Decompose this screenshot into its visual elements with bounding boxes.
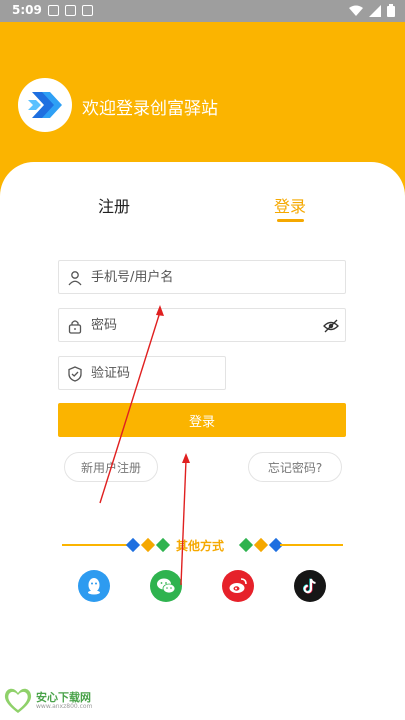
eye-icon[interactable] — [323, 318, 339, 334]
user-icon — [68, 271, 82, 286]
password-input[interactable] — [91, 309, 321, 341]
username-input[interactable] — [91, 261, 321, 293]
heart-logo-icon — [4, 688, 32, 713]
tab-login[interactable]: 登录 — [274, 193, 306, 217]
wechat-icon — [157, 578, 176, 594]
username-field[interactable] — [58, 260, 346, 294]
weibo-icon — [229, 578, 247, 593]
divider-left — [62, 544, 128, 546]
qq-icon — [88, 578, 100, 595]
divider-diamonds-left — [125, 537, 171, 553]
lock-icon — [68, 320, 82, 334]
other-login-label: 其他方式 — [176, 539, 225, 553]
wifi-icon — [349, 5, 363, 16]
shield-icon — [68, 366, 82, 382]
status-time: 5:09 — [12, 3, 42, 17]
wechat-login-button[interactable] — [150, 570, 182, 602]
status-bar: 5:09 — [0, 0, 405, 22]
forgot-password-button[interactable]: 忘记密码? — [248, 452, 342, 482]
captcha-field[interactable] — [58, 356, 226, 390]
active-tab-indicator — [277, 219, 304, 222]
download-icon — [82, 5, 93, 16]
login-card — [0, 162, 405, 720]
status-right-icons — [349, 4, 395, 17]
douyin-login-button[interactable] — [294, 570, 326, 602]
site-watermark: 安心下载网 www.anxz800.com — [2, 686, 102, 714]
divider-diamonds-right — [238, 537, 284, 553]
notification-icon — [48, 5, 59, 16]
divider-right — [280, 544, 343, 546]
new-user-register-button[interactable]: 新用户注册 — [64, 452, 158, 482]
signal-icon — [369, 4, 381, 17]
douyin-icon — [303, 578, 316, 594]
app-logo — [18, 78, 72, 132]
welcome-title: 欢迎登录创富驿站 — [82, 99, 218, 119]
image-icon — [65, 5, 76, 16]
password-field[interactable] — [58, 308, 346, 342]
watermark-url: www.anxz800.com — [36, 703, 93, 710]
status-left-icons — [48, 5, 93, 16]
tab-register[interactable]: 注册 — [98, 193, 130, 217]
qq-login-button[interactable] — [78, 570, 110, 602]
battery-icon — [387, 4, 395, 17]
login-button[interactable]: 登录 — [58, 403, 346, 437]
app-logo-icon — [28, 92, 62, 118]
weibo-login-button[interactable] — [222, 570, 254, 602]
captcha-input[interactable] — [91, 357, 221, 389]
